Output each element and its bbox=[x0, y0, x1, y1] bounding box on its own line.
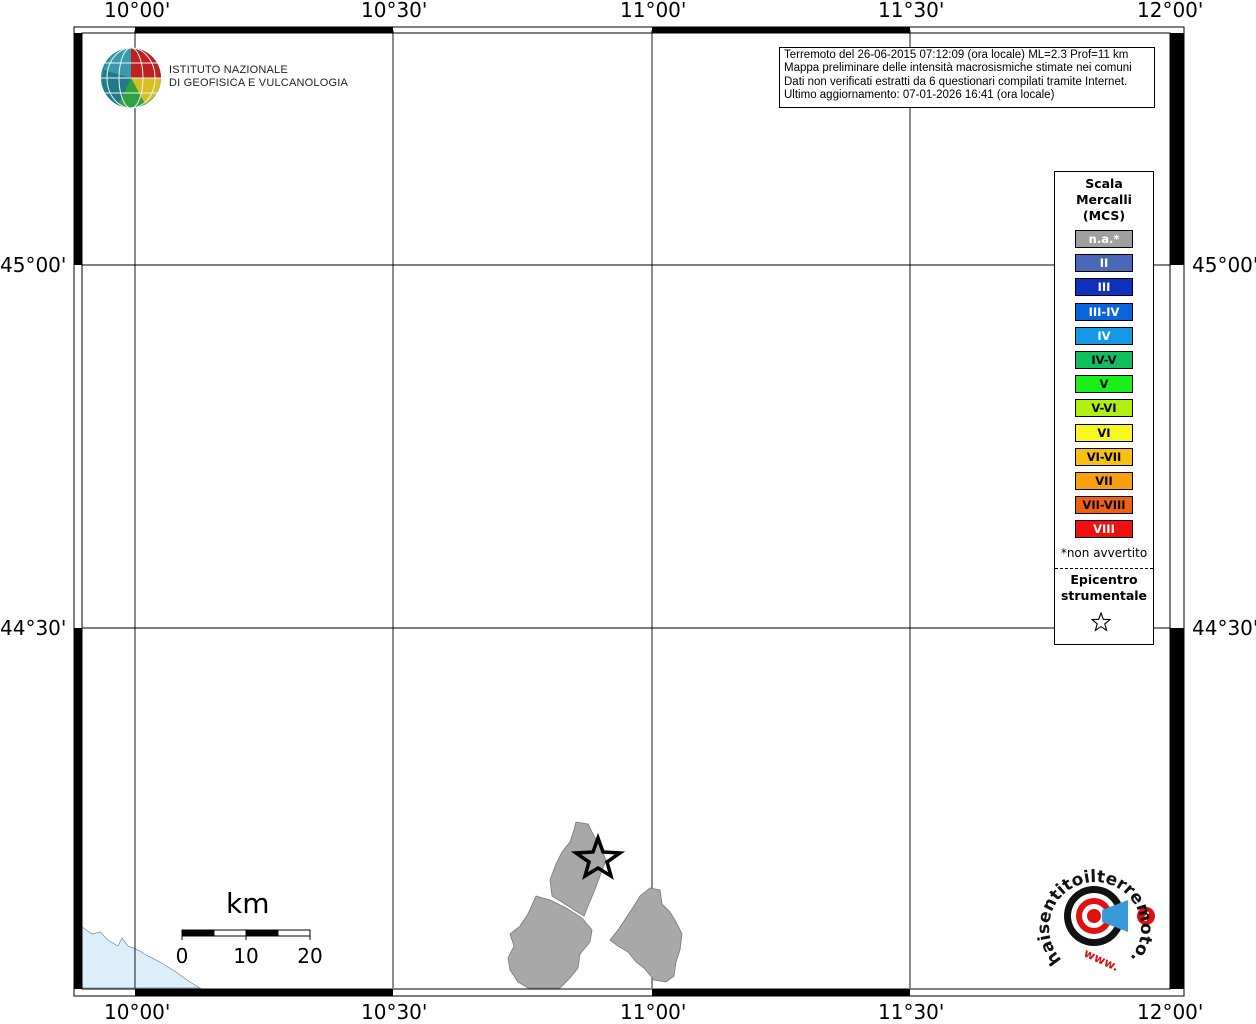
ingv-name-line1: ISTITUTO NAZIONALE bbox=[169, 64, 288, 76]
scale-bar bbox=[181, 929, 311, 940]
lon-label-bottom: 12°00' bbox=[1137, 1000, 1204, 1024]
lon-label-top: 12°00' bbox=[1137, 0, 1204, 22]
legend-note: *non avvertito bbox=[1060, 546, 1148, 560]
event-info-line: Terremoto del 26-06-2015 07:12:09 (ora l… bbox=[784, 49, 1129, 61]
legend-swatch: VI bbox=[1075, 423, 1133, 442]
event-info-line: Mappa preliminare delle intensità macros… bbox=[784, 62, 1132, 75]
legend-epicenter-label: Epicentro strumentale bbox=[1055, 572, 1153, 604]
legend-swatch: VII-VIII bbox=[1075, 496, 1133, 515]
legend-star-icon bbox=[1091, 612, 1111, 632]
lat-label-right: 44°30' bbox=[1192, 616, 1256, 640]
ingv-globe-icon bbox=[101, 47, 161, 109]
lon-label-bottom: 11°30' bbox=[878, 1000, 945, 1024]
legend-swatch: V-VI bbox=[1075, 399, 1133, 418]
legend-swatch: IV bbox=[1075, 326, 1133, 345]
lon-label-top: 10°00' bbox=[104, 0, 171, 22]
legend-swatch: VIII bbox=[1075, 520, 1133, 539]
legend-title-line: (MCS) bbox=[1082, 208, 1126, 223]
graticule bbox=[82, 30, 1170, 988]
municipality-polygon bbox=[609, 887, 683, 983]
legend-swatch: II bbox=[1075, 254, 1133, 273]
lat-label-left: 44°30' bbox=[0, 616, 67, 640]
legend-swatch: III bbox=[1075, 278, 1133, 297]
legend-swatch: VI-VII bbox=[1075, 447, 1133, 466]
ingv-name-line2: DI GEOFISICA E VULCANOLOGIA bbox=[169, 77, 348, 89]
scale-tick-label: 0 bbox=[175, 944, 189, 968]
legend-title-line: Scala bbox=[1085, 176, 1123, 191]
lat-label-left: 45°00' bbox=[0, 253, 67, 277]
lon-label-bottom: 10°30' bbox=[361, 1000, 428, 1024]
event-info-box: Terremoto del 26-06-2015 07:12:09 (ora l… bbox=[779, 47, 1155, 108]
intensity-legend: Scala Mercalli (MCS) n.a.* II III III-IV IV I… bbox=[1054, 171, 1154, 645]
event-info-line: Dati non verificati estratti da 6 questi… bbox=[784, 75, 1128, 88]
legend-swatch: n.a.* bbox=[1075, 230, 1133, 248]
lon-label-bottom: 11°00' bbox=[620, 1000, 687, 1024]
lon-label-bottom: 10°00' bbox=[104, 1000, 171, 1024]
legend-title-line: Mercalli bbox=[1076, 192, 1132, 207]
legend-title: Scala Mercalli (MCS) bbox=[1055, 176, 1153, 224]
map-frame bbox=[73, 26, 1185, 997]
lon-label-top: 11°30' bbox=[878, 0, 945, 22]
legend-swatch: VII bbox=[1075, 472, 1133, 490]
scale-tick-label: 10 bbox=[233, 944, 259, 968]
event-info-line: Ultimo aggiornamento: 07-01-2026 16:41 (… bbox=[784, 88, 1055, 101]
legend-divider bbox=[1055, 568, 1153, 569]
lon-label-top: 10°30' bbox=[361, 0, 428, 22]
lat-label-right: 45°00' bbox=[1192, 253, 1256, 277]
scale-tick-label: 20 bbox=[297, 944, 323, 968]
legend-swatch: IV-V bbox=[1075, 351, 1133, 369]
legend-swatch: V bbox=[1075, 375, 1133, 394]
ingv-logo-text: ISTITUTO NAZIONALE DI GEOFISICA E VULCAN… bbox=[169, 64, 348, 90]
legend-epicenter-line: Epicentro bbox=[1070, 572, 1138, 587]
legend-swatch: III-IV bbox=[1075, 302, 1133, 321]
legend-epicenter-line: strumentale bbox=[1060, 588, 1148, 603]
scale-unit-label: km bbox=[226, 887, 270, 920]
brand-www-text: www. bbox=[1082, 946, 1122, 974]
lon-label-top: 11°00' bbox=[620, 0, 687, 22]
